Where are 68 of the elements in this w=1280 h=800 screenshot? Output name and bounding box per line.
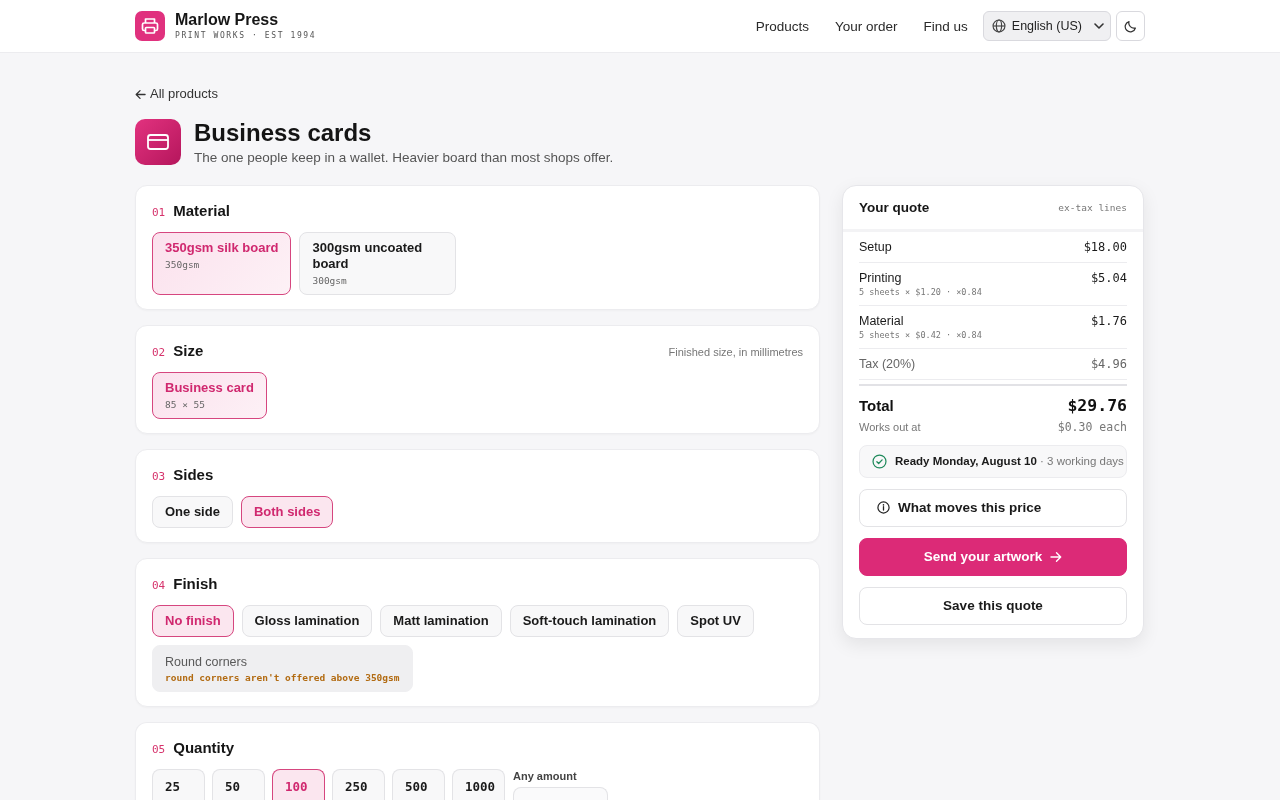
card-icon [135,118,181,165]
quantity-option[interactable]: 500 [392,768,445,800]
section-number: 02 [152,345,166,359]
field-label: Any amount [513,768,578,783]
send-artwork-button[interactable]: Send your artwork [859,537,1127,576]
product-subtitle: The one people keep in a wallet. Heavier board than most shops offer. [194,148,614,167]
check-circle-icon [872,453,887,469]
quantity-option[interactable]: 25 [152,768,205,800]
line-label: Material [859,312,905,329]
moon-icon [1124,19,1137,33]
nav-link[interactable]: Products [755,18,809,34]
section-title: Size [173,341,204,359]
quote-note: ex-tax lines [1058,201,1127,213]
section-number: 05 [152,742,166,756]
theme-toggle-button[interactable] [1116,11,1145,41]
line-label: Tax (20%) [859,355,916,372]
line-amount: $1.76 [1090,312,1127,329]
line-label: Printing [859,269,903,286]
printer-icon [135,11,165,41]
line-amount: $18.00 [1083,238,1127,255]
language-select[interactable]: English (US) [982,11,1111,41]
quantity-option[interactable]: 50 [212,768,265,800]
section-title: Finish [173,574,218,592]
section-number: 03 [152,469,166,483]
line-amount: $4.96 [1090,355,1127,372]
unit-price: $0.30 each [1057,419,1127,434]
option-button[interactable]: Matt lamination [380,604,502,637]
total-amount: $29.76 [1067,396,1127,415]
quantity-option[interactable]: 250 [332,768,385,800]
price-info-button[interactable]: What moves this price [859,488,1127,527]
option-button[interactable]: Gloss lamination [241,604,373,637]
quantity-option[interactable]: 100 [272,768,325,800]
ready-text: Ready Monday, August 10 · 3 working days [895,455,1124,467]
nav-link[interactable]: Find us [923,18,968,34]
quote-title: Your quote [859,199,930,215]
line-detail: 5 sheets × $1.20 · ×0.84 [859,285,982,298]
info-icon [877,501,890,514]
section-number: 01 [152,205,166,219]
nav-link[interactable]: Your order [835,18,898,34]
back-link[interactable]: All products [135,85,218,103]
amount-field[interactable] [513,786,608,800]
line-amount: $5.04 [1090,269,1127,286]
line-detail: 5 sheets × $0.42 · ×0.84 [859,328,982,341]
section-number: 04 [152,578,166,592]
section-title: Quantity [173,738,235,756]
option-button[interactable]: Spot UV [677,604,754,637]
brand-tagline: PRINT WORKS · EST 1994 [175,29,317,42]
total-label: Total [859,397,894,414]
option-tile[interactable]: Business card 85 × 55 [152,371,267,419]
unit-label: Works out at [859,420,921,433]
arrow-left-icon [135,88,146,100]
caret-icon [1094,23,1104,29]
section-hint: Finished size, in millimetres [668,345,803,358]
option-button[interactable]: One side [152,495,233,528]
option-button[interactable]: Soft-touch lamination [509,604,670,637]
arrow-right-icon [1050,550,1063,563]
product-title: Business cards [194,118,373,147]
brand-name: Marlow Press [175,10,280,29]
quantity-option[interactable]: 1000 [452,768,505,800]
option-button[interactable]: Both sides [240,495,334,528]
save-quote-button[interactable]: Save this quote [859,586,1127,625]
option-tile[interactable]: 350gsm silk board 350gsm [152,231,292,295]
line-label: Setup [859,238,892,255]
globe-icon [991,19,1006,33]
option-button[interactable]: No finish [152,604,234,637]
section-title: Sides [173,465,214,483]
section-title: Material [173,201,230,219]
option-tile[interactable]: 300gsm uncoated board 300gsm [299,231,457,295]
